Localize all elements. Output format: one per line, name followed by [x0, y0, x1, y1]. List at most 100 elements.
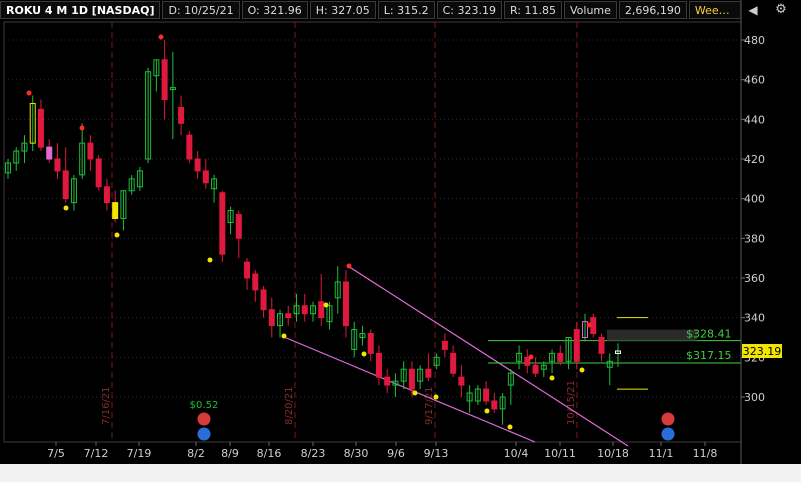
bottom-scrollbar[interactable]	[0, 464, 801, 482]
candle	[491, 393, 498, 413]
candle	[21, 135, 28, 163]
candle-body	[285, 313, 292, 319]
date-tick-label: 8/30	[344, 447, 369, 460]
candle-body	[532, 364, 539, 374]
candle	[573, 321, 580, 370]
dividend-label: $0.52	[190, 400, 219, 411]
candle-body	[54, 158, 61, 172]
candle	[202, 159, 209, 189]
date-tick-label: 8/9	[221, 447, 239, 460]
earnings-icon	[197, 412, 211, 426]
pivot-high-dot	[158, 34, 164, 40]
candle	[103, 178, 110, 211]
date-readout: D: 10/25/21	[162, 1, 240, 19]
candle-body	[598, 337, 605, 354]
candle	[359, 325, 366, 346]
date-tick-label: 11/8	[693, 447, 718, 460]
candle-body	[301, 305, 308, 315]
info-icon	[197, 427, 211, 441]
range-readout: R: 11.85	[503, 1, 562, 19]
candle-body	[458, 376, 465, 386]
candle	[417, 365, 424, 390]
pivot-low-dot	[507, 424, 513, 430]
candle-body	[260, 289, 267, 311]
candle-body	[46, 146, 53, 160]
price-tick-label: 440	[744, 113, 765, 126]
candle-body	[408, 368, 415, 390]
candle	[351, 321, 358, 358]
date-tick-label: 8/16	[257, 447, 282, 460]
candle-body	[375, 352, 382, 378]
candle-body	[268, 309, 275, 327]
candle	[277, 309, 284, 338]
upper-trendline	[347, 265, 629, 447]
earnings-marker-label: 8/20/21	[284, 386, 295, 425]
date-tick-label: 8/23	[301, 447, 326, 460]
volume-value: 2,696,190	[618, 1, 687, 19]
pivot-high-dot	[528, 354, 534, 360]
pivot-high-dot	[346, 263, 352, 269]
pivot-low-dot	[412, 390, 418, 396]
candle	[13, 147, 20, 171]
candle	[169, 51, 176, 140]
candle	[46, 139, 53, 163]
pivot-low-dot	[281, 333, 287, 339]
candle-body	[384, 376, 391, 386]
symbol-label[interactable]: ROKU 4 M 1D [NASDAQ]	[0, 1, 161, 19]
price-tick-label: 460	[744, 74, 765, 87]
plot-frame	[3, 21, 742, 443]
high-readout: H: 327.05	[309, 1, 376, 19]
candle	[161, 40, 168, 120]
candle-body	[590, 317, 597, 335]
candle	[342, 270, 349, 338]
date-label: D:	[168, 4, 181, 17]
candle	[590, 313, 597, 338]
chevron-left-icon[interactable]: ◀︎	[741, 2, 765, 18]
pivot-low-dot	[114, 232, 120, 238]
price-tick-label: 400	[744, 193, 765, 206]
candle	[70, 174, 77, 211]
candle-body	[37, 108, 44, 148]
pivot-low-dot	[361, 351, 367, 357]
date-value: 10/25/21	[184, 4, 234, 17]
candle-body	[95, 158, 102, 188]
earnings-icon	[661, 412, 675, 426]
weekly-high-label: $328.41	[686, 328, 732, 341]
candle-body	[252, 273, 259, 291]
candle	[474, 385, 481, 405]
candle	[524, 349, 531, 374]
candle	[367, 329, 374, 362]
candle	[549, 349, 556, 374]
high-value: 327.05	[331, 4, 370, 17]
pivot-high-dot	[26, 90, 32, 96]
candle-body	[573, 329, 580, 362]
price-chart[interactable]: 4804604404204003803603403203007/57/127/1…	[0, 0, 801, 482]
close-label: C:	[442, 4, 454, 17]
candle	[375, 345, 382, 386]
date-tick-label: 8/2	[187, 447, 205, 460]
pivot-low-dot	[549, 375, 555, 381]
price-tick-label: 420	[744, 153, 765, 166]
candle	[54, 143, 61, 179]
candle-body	[425, 368, 432, 378]
date-tick-label: 7/12	[84, 447, 109, 460]
candle	[285, 305, 292, 326]
candle-body	[483, 388, 490, 402]
candle	[499, 393, 506, 425]
candle	[540, 361, 547, 378]
candle	[450, 345, 457, 378]
study-label[interactable]: WeeklyHighLowPlot (WEEK,...	[688, 1, 741, 19]
candle	[441, 333, 448, 358]
candle	[120, 190, 127, 231]
candle	[507, 369, 514, 405]
earnings-marker-label: 10/15/21	[566, 380, 577, 425]
gear-icon[interactable]: ⚙︎	[769, 2, 793, 18]
date-tick-label: 10/11	[544, 447, 576, 460]
candle	[458, 365, 465, 397]
candle	[29, 95, 36, 152]
candle-body	[441, 340, 448, 350]
candle-body	[103, 186, 110, 204]
price-tick-label: 360	[744, 272, 765, 285]
candle	[178, 95, 185, 136]
candle	[79, 123, 86, 179]
